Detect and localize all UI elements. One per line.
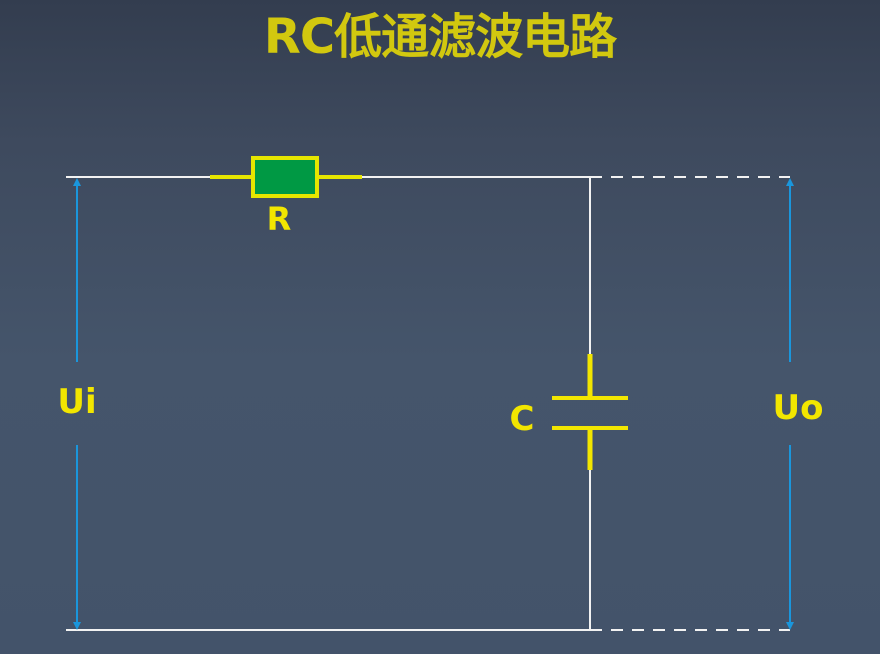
resistor-label: R: [267, 200, 292, 238]
output-voltage-label: Uo: [773, 388, 824, 428]
input-voltage-label: Ui: [57, 382, 96, 422]
rc-lowpass-circuit-diagram: R C Ui Uo: [57, 156, 824, 631]
capacitor-label: C: [510, 399, 535, 439]
resistor-body: [251, 156, 319, 198]
